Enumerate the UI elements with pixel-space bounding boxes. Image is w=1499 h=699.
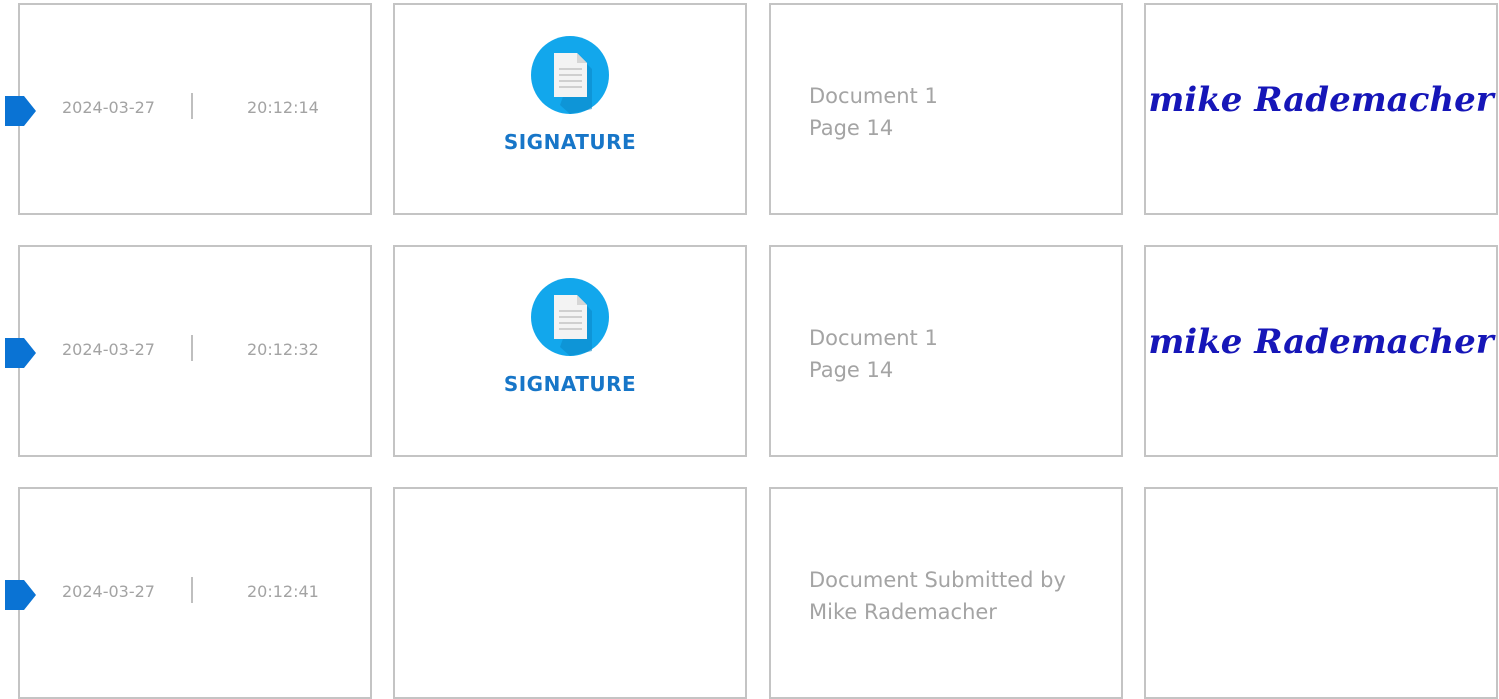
event-time: 20:12:41 — [247, 582, 319, 601]
timeline-marker-icon — [4, 579, 36, 611]
description-line: Page 14 — [809, 116, 894, 140]
event-description-card: Document 1 Page 14 — [769, 245, 1123, 457]
event-type-label: SIGNATURE — [503, 372, 637, 396]
timestamp-card: 2024-03-27 20:12:41 — [18, 487, 372, 699]
description-line: Document 1 — [809, 84, 938, 108]
timestamp-card: 2024-03-27 20:12:32 — [18, 245, 372, 457]
signature-image: mike Rademacher — [1146, 63, 1496, 143]
event-time: 20:12:32 — [247, 340, 319, 359]
event-date: 2024-03-27 — [62, 98, 155, 117]
description-line: Mike Rademacher — [809, 600, 997, 624]
timeline-row: 2024-03-27 20:12:14 SIGNATURE Document 1… — [0, 3, 1499, 215]
timeline-row: 2024-03-27 20:12:41 Document Submitted b… — [0, 487, 1499, 699]
event-description: Document 1 Page 14 — [809, 80, 938, 144]
timestamp-divider — [191, 335, 193, 361]
event-type-card — [393, 487, 747, 699]
timestamp-card: 2024-03-27 20:12:14 — [18, 3, 372, 215]
signature-card: mike Rademacher — [1144, 3, 1498, 215]
timestamp-divider — [191, 93, 193, 119]
timeline-marker-icon — [4, 337, 36, 369]
event-type-card: SIGNATURE — [393, 3, 747, 215]
signature-image: mike Rademacher — [1146, 305, 1496, 385]
event-description-card: Document Submitted by Mike Rademacher — [769, 487, 1123, 699]
signature-card — [1144, 487, 1498, 699]
timeline-marker-icon — [4, 95, 36, 127]
event-description-card: Document 1 Page 14 — [769, 3, 1123, 215]
event-time: 20:12:14 — [247, 98, 319, 117]
event-description: Document Submitted by Mike Rademacher — [809, 564, 1066, 628]
description-line: Document 1 — [809, 326, 938, 350]
description-line: Document Submitted by — [809, 568, 1066, 592]
description-line: Page 14 — [809, 358, 894, 382]
event-type-card: SIGNATURE — [393, 245, 747, 457]
event-date: 2024-03-27 — [62, 582, 155, 601]
document-icon — [530, 277, 610, 357]
event-description: Document 1 Page 14 — [809, 322, 938, 386]
signature-text: mike Rademacher — [1148, 322, 1495, 362]
timeline-row: 2024-03-27 20:12:32 SIGNATURE Document 1… — [0, 245, 1499, 457]
event-date: 2024-03-27 — [62, 340, 155, 359]
signature-card: mike Rademacher — [1144, 245, 1498, 457]
event-type-label: SIGNATURE — [503, 130, 637, 154]
timestamp-divider — [191, 577, 193, 603]
document-icon — [530, 35, 610, 115]
signature-text: mike Rademacher — [1148, 80, 1495, 120]
